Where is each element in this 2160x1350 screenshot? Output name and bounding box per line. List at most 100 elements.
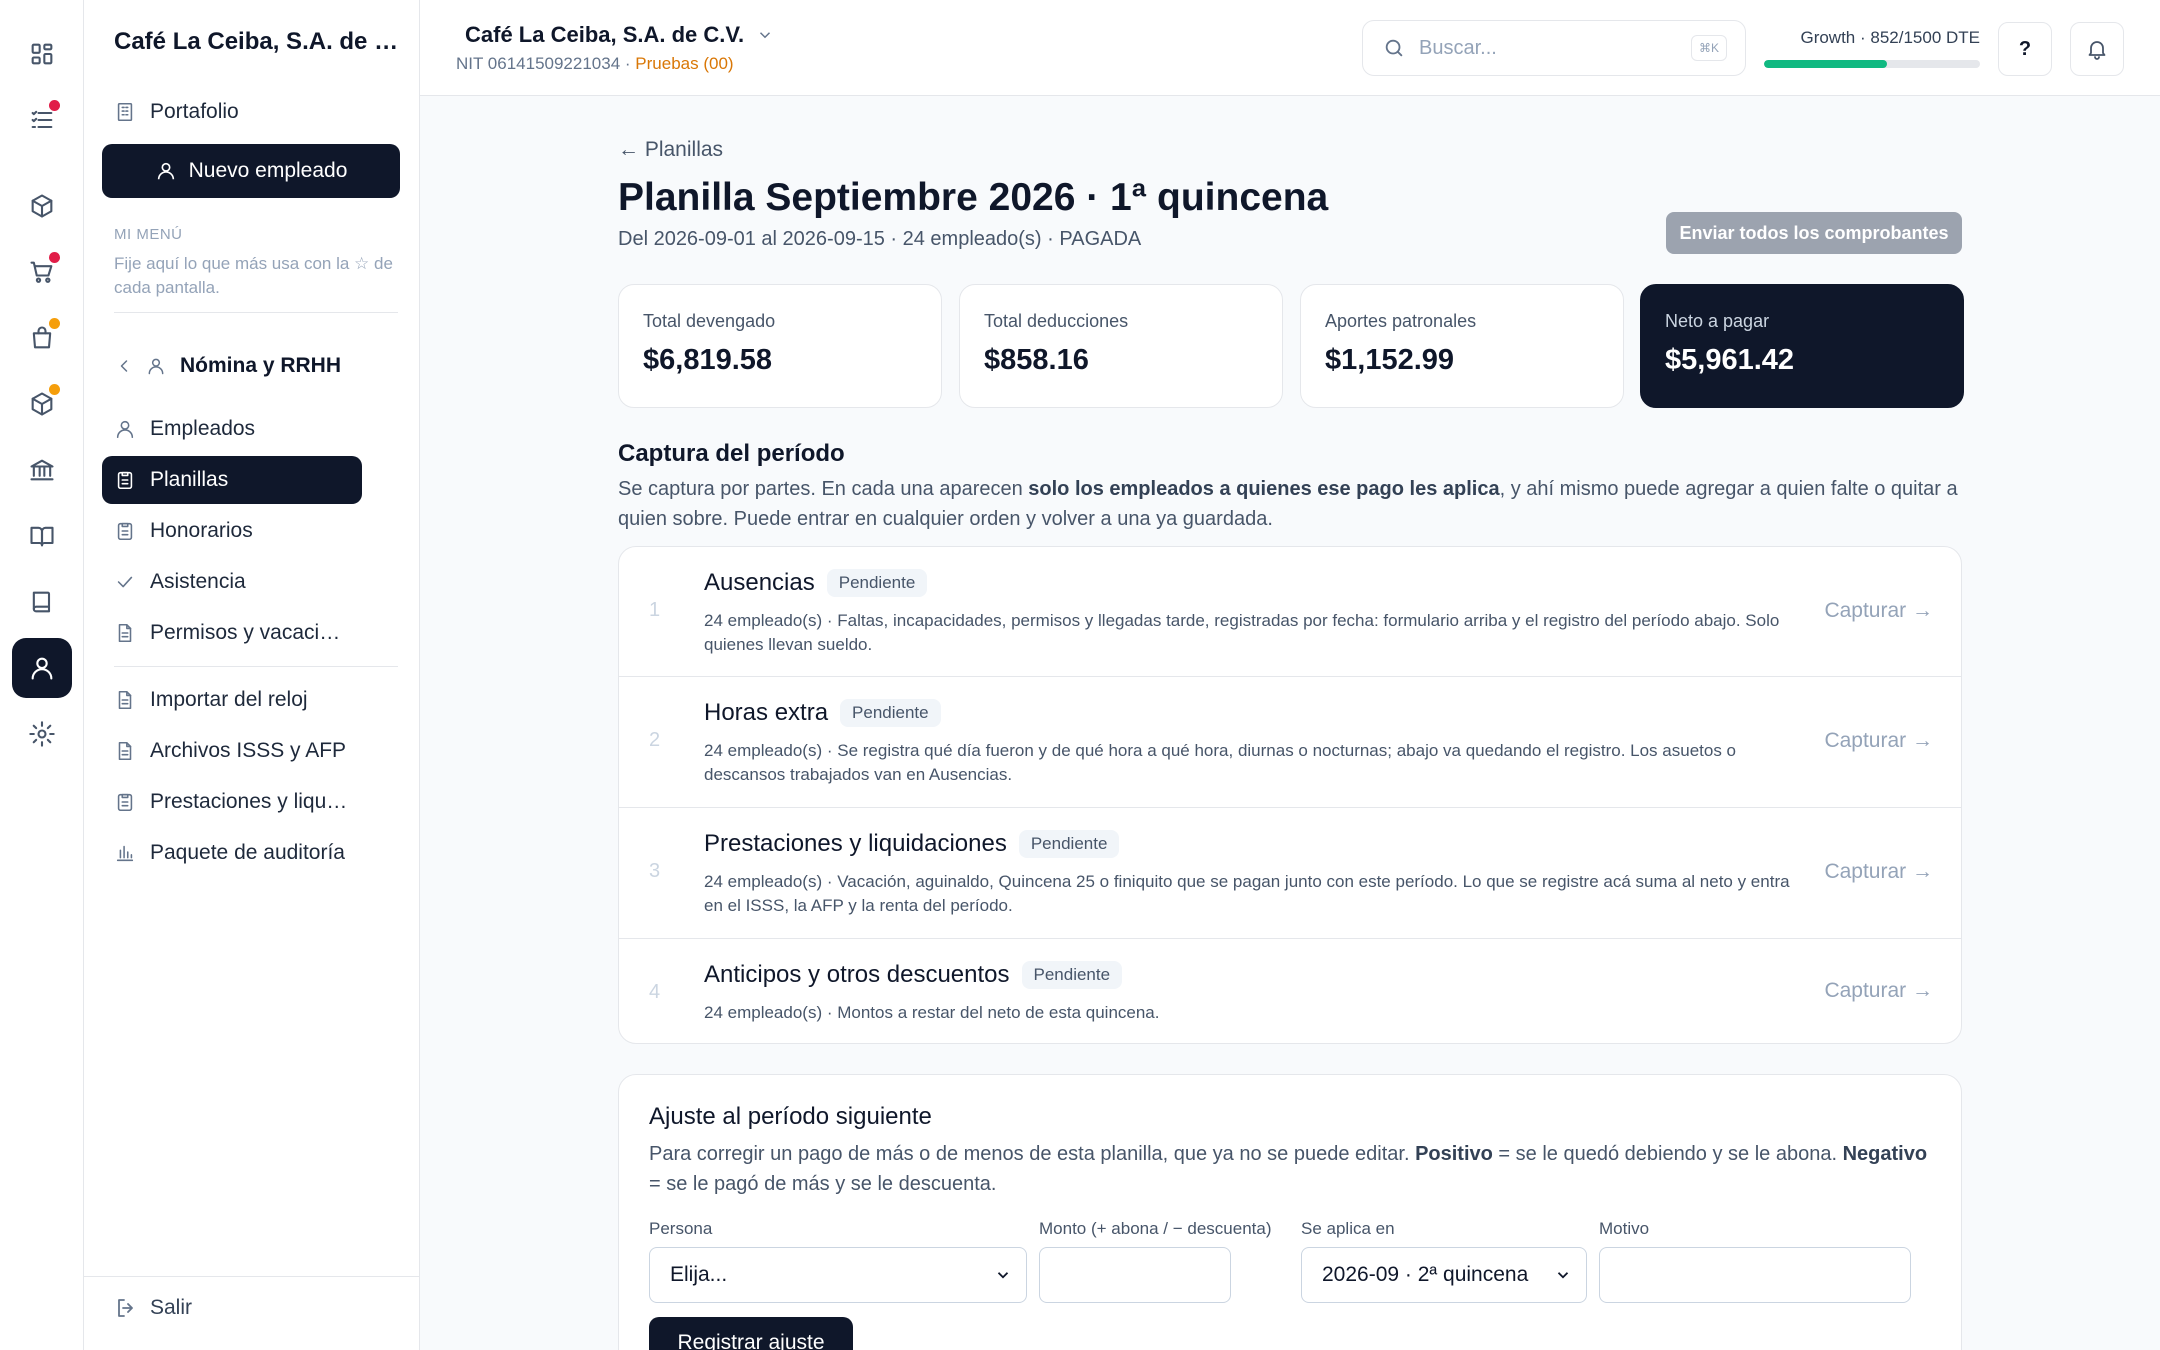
sidebar-item-label: Asistencia (150, 570, 246, 593)
capture-button[interactable]: Capturar → (1824, 729, 1933, 753)
sidebar-item-prestaciones[interactable]: Prestaciones y liquidaciones (102, 778, 348, 826)
step-name: Anticipos y otros descuentos (704, 961, 1010, 988)
notification-dot (49, 252, 60, 263)
capture-desc-emphasis: solo los empleados a quienes ese pago le… (1028, 478, 1500, 500)
step-name: Horas extra (704, 699, 829, 726)
stat-value: $858.16 (984, 344, 1089, 376)
sidebar-item-label: Honorarios (150, 519, 253, 542)
user-icon[interactable] (12, 638, 72, 698)
check-icon (117, 576, 133, 588)
shopping-bag-icon[interactable] (12, 308, 72, 368)
my-menu-heading: MI MENÚ (114, 226, 183, 243)
capture-section-title: Captura del período (618, 440, 845, 467)
step-description: 24 empleado(s) · Faltas, incapacidades, … (704, 611, 1780, 654)
plan-usage-fill (1764, 60, 1887, 68)
logout-button[interactable]: Salir (114, 1296, 192, 1320)
icon-rail (0, 0, 84, 1350)
stat-card-total-devengado: Total devengado $6,819.58 (618, 284, 942, 408)
capture-steps-list: 1 Ausencias Pendiente 24 empleado(s) · F… (618, 546, 1962, 1044)
document-icon (118, 623, 132, 643)
help-button[interactable]: ? (1998, 22, 2052, 76)
section-nomina-rrhh[interactable]: Nómina y RRHH (114, 346, 341, 386)
company-switcher[interactable]: Café La Ceiba, S.A. de C.V. (465, 22, 774, 48)
back-link[interactable]: ← Planillas (618, 138, 723, 162)
amount-label: Monto (+ abona / − descuenta) (1039, 1219, 1272, 1238)
stat-card-total-deducciones: Total deducciones $858.16 (959, 284, 1283, 408)
tasks-list-icon[interactable] (12, 90, 72, 150)
sidebar-item-paquete-auditoria[interactable]: Paquete de auditoría (102, 829, 400, 877)
status-badge: Pendiente (1021, 961, 1123, 989)
capture-button[interactable]: Capturar → (1824, 979, 1933, 1003)
adjustment-description: Para corregir un pago de más o de menos … (649, 1139, 1939, 1199)
person-select-value: Elija... (670, 1263, 728, 1286)
grid-icon[interactable] (12, 24, 72, 84)
bell-icon (2088, 41, 2106, 60)
new-employee-label: Nuevo empleado (188, 159, 348, 182)
step-description: 24 empleado(s) · Montos a restar del net… (704, 1003, 1160, 1022)
capture-desc-text: Se captura por partes. En cada una apare… (618, 478, 1029, 500)
package-icon[interactable] (12, 374, 72, 434)
reason-input[interactable] (1599, 1247, 1911, 1303)
send-all-receipts-button[interactable]: Enviar todos los comprobantes (1666, 212, 1962, 254)
capture-step-prestaciones[interactable]: 3 Prestaciones y liquidaciones Pendiente… (619, 808, 1961, 939)
notifications-button[interactable] (2070, 22, 2124, 76)
book-icon[interactable] (12, 572, 72, 632)
my-menu-hint: Fije aquí lo que más usa con la ☆ de cad… (114, 254, 393, 297)
environment-mode: Pruebas (00) (635, 54, 734, 73)
search-box[interactable]: ⌘K (1362, 20, 1746, 76)
open-book-icon[interactable] (12, 506, 72, 566)
step-header: Ausencias Pendiente (704, 569, 928, 597)
cart-icon[interactable] (12, 242, 72, 302)
sidebar-item-asistencia[interactable]: Asistencia (102, 558, 400, 606)
sidebar-company-name[interactable]: Café La Ceiba, S.A. de C.V. (114, 28, 404, 56)
sidebar-item-empleados[interactable]: Empleados (102, 405, 400, 453)
capture-step-anticipos[interactable]: 4 Anticipos y otros descuentos Pendiente… (619, 939, 1961, 1043)
user-icon (148, 358, 164, 375)
person-label: Persona (649, 1219, 713, 1238)
new-employee-button[interactable]: Nuevo empleado (102, 144, 400, 198)
step-number: 3 (649, 860, 661, 882)
adjustment-desc-text: Para corregir un pago de más o de menos … (649, 1143, 1416, 1165)
notification-dot (49, 100, 60, 111)
logout-icon (118, 1299, 133, 1317)
capture-button[interactable]: Capturar → (1824, 860, 1933, 884)
section-label: Nómina y RRHH (180, 354, 342, 377)
step-description: 24 empleado(s) · Se registra qué día fue… (704, 741, 1737, 784)
gear-icon[interactable] (12, 704, 72, 764)
adjustment-negative-term: Negativo (1842, 1143, 1928, 1165)
sidebar-item-portfolio[interactable]: Portafolio (102, 88, 400, 136)
chevron-left-icon (120, 360, 128, 372)
person-select[interactable]: Elija... (649, 1247, 1027, 1303)
package-icon[interactable] (12, 176, 72, 236)
step-header: Anticipos y otros descuentos Pendiente (704, 961, 1123, 989)
chevron-down-icon (1557, 1272, 1569, 1279)
sidebar-item-planillas[interactable]: Planillas (102, 456, 362, 504)
building-icon (117, 102, 133, 122)
sidebar-item-label: Prestaciones y liquidaciones (150, 790, 348, 813)
applies-in-select[interactable]: 2026-09 · 2ª quincena (1301, 1247, 1587, 1303)
reason-label: Motivo (1599, 1219, 1650, 1238)
stat-label: Total devengado (643, 311, 776, 331)
adjustment-positive-term: Positivo (1415, 1143, 1493, 1165)
page-subtitle: Del 2026-09-01 al 2026-09-15 · 24 emplea… (618, 228, 1142, 250)
capture-button[interactable]: Capturar → (1824, 599, 1933, 623)
clipboard-icon (117, 793, 133, 812)
search-input[interactable] (1419, 36, 1669, 60)
bank-icon[interactable] (12, 440, 72, 500)
stat-card-aportes-patronales: Aportes patronales $1,152.99 (1300, 284, 1624, 408)
capture-step-ausencias[interactable]: 1 Ausencias Pendiente 24 empleado(s) · F… (619, 547, 1961, 677)
sidebar-item-label: Importar del reloj (150, 688, 308, 711)
sidebar-item-importar-reloj[interactable]: Importar del reloj (102, 676, 400, 724)
stat-value: $6,819.58 (643, 344, 773, 376)
register-adjustment-button[interactable]: Registrar ajuste (649, 1317, 853, 1350)
stat-value: $5,961.42 (1665, 344, 1795, 376)
sidebar-item-archivos-isss-afp[interactable]: Archivos ISSS y AFP (102, 727, 400, 775)
sidebar-item-permisos[interactable]: Permisos y vacaciones (102, 609, 348, 657)
sidebar-item-honorarios[interactable]: Honorarios (102, 507, 400, 555)
step-name: Prestaciones y liquidaciones (704, 830, 1007, 857)
document-icon (118, 741, 132, 761)
amount-input[interactable] (1039, 1247, 1231, 1303)
divider (114, 312, 398, 313)
sidebar-item-label: Archivos ISSS y AFP (150, 739, 347, 762)
capture-step-horas-extra[interactable]: 2 Horas extra Pendiente 24 empleado(s) ·… (619, 677, 1961, 808)
